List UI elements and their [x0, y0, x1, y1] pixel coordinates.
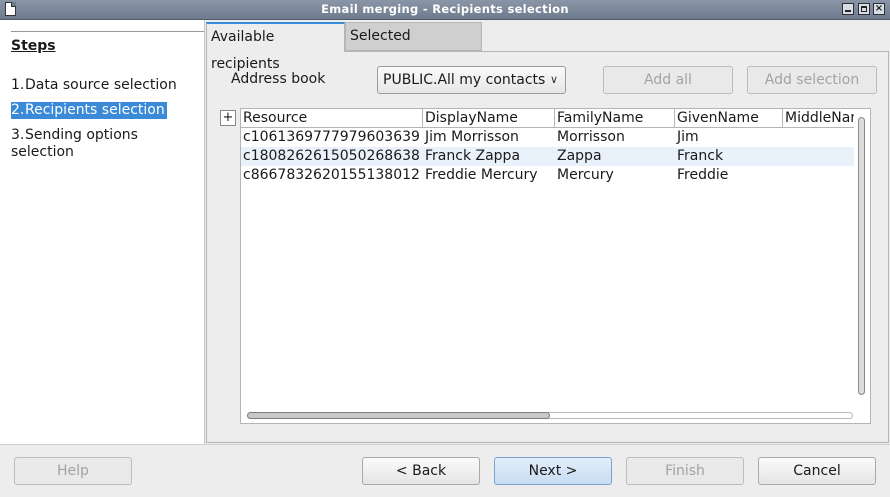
step-number: 1. [11, 77, 25, 93]
column-header-familyname[interactable]: FamilyName [555, 109, 675, 128]
title-bar: Email merging - Recipients selection × [0, 0, 890, 20]
cell-displayname: Freddie Mercury [425, 167, 538, 183]
column-header-displayname[interactable]: DisplayName [423, 109, 555, 128]
cell-displayname: Franck Zappa [425, 148, 521, 164]
steps-sidebar: Steps 1.Data source selection 2.Recipien… [0, 20, 205, 444]
help-button[interactable]: Help [14, 457, 132, 485]
table-row[interactable]: c1808262615050268638 Franck Zappa Zappa … [241, 147, 855, 166]
table-row[interactable]: c1061369777979603639 Jim Morrisson Morri… [241, 128, 855, 147]
cell-familyname: Zappa [557, 148, 602, 164]
address-book-select[interactable]: PUBLIC.All my contacts ∨ [377, 66, 566, 94]
cell-resource: c1808262615050268638 [243, 148, 420, 164]
step-sending-options[interactable]: 3.Sending options selection [11, 127, 171, 161]
step-recipients[interactable]: 2.Recipients selection [11, 102, 167, 119]
minimize-icon[interactable] [842, 3, 854, 15]
recipients-table[interactable]: Resource DisplayName FamilyName GivenNam… [240, 108, 871, 424]
steps-divider [11, 31, 204, 32]
expand-icon[interactable]: + [220, 110, 236, 126]
cell-givenname: Jim [677, 129, 699, 145]
address-book-value: PUBLIC.All my contacts [383, 72, 546, 88]
window-title: Email merging - Recipients selection [321, 2, 569, 16]
step-number: 2. [11, 102, 25, 118]
horizontal-scroll-thumb[interactable] [247, 412, 550, 419]
finish-button[interactable]: Finish [626, 457, 744, 485]
add-all-button[interactable]: Add all [603, 66, 733, 94]
column-header-middlename[interactable]: MiddleName [783, 109, 855, 128]
close-icon[interactable]: × [873, 3, 885, 15]
step-number: 3. [11, 127, 25, 143]
tab-selected-recipients[interactable]: Selected recipients [345, 22, 482, 71]
vertical-scroll-thumb[interactable] [858, 117, 865, 395]
cell-displayname: Jim Morrisson [425, 129, 519, 145]
cancel-button[interactable]: Cancel [758, 457, 876, 485]
column-header-resource[interactable]: Resource [241, 109, 423, 128]
column-header-givenname[interactable]: GivenName [675, 109, 783, 128]
cell-givenname: Franck [677, 148, 724, 164]
next-button[interactable]: Next > [494, 457, 612, 485]
step-label: Data source selection [25, 77, 177, 93]
table-row[interactable]: c8667832620155138012 Freddie Mercury Mer… [241, 166, 855, 185]
steps-title: Steps [11, 38, 56, 54]
horizontal-scrollbar[interactable] [241, 407, 855, 423]
back-button[interactable]: < Back [362, 457, 480, 485]
cell-familyname: Mercury [557, 167, 614, 183]
chevron-down-icon: ∨ [549, 73, 558, 86]
tab-available-recipients[interactable]: Available recipients [206, 22, 345, 72]
footer-divider [0, 444, 890, 445]
step-label: Sending options selection [11, 127, 138, 160]
cell-resource: c8667832620155138012 [243, 167, 420, 183]
step-label: Recipients selection [25, 102, 165, 118]
cell-familyname: Morrisson [557, 129, 625, 145]
maximize-icon[interactable] [858, 3, 870, 15]
cell-givenname: Freddie [677, 167, 729, 183]
add-selection-button[interactable]: Add selection [747, 66, 877, 94]
step-data-source[interactable]: 1.Data source selection [11, 77, 177, 94]
vertical-scrollbar[interactable] [854, 109, 870, 405]
cell-resource: c1061369777979603639 [243, 129, 420, 145]
